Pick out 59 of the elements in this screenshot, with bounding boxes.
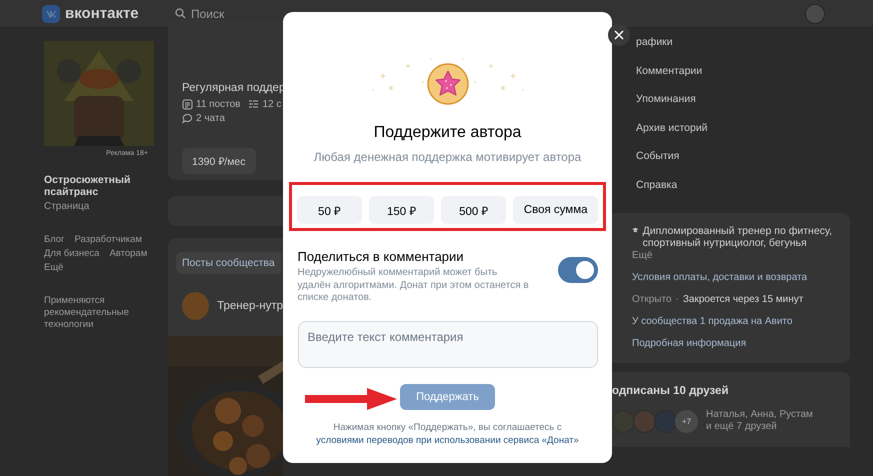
recommendation-note: Применяются рекомендательные технологии: [44, 295, 130, 331]
price-button[interactable]: 1390 ₽/мес: [182, 148, 256, 174]
profile-name[interactable]: Остросюжетный псайтранс: [44, 174, 154, 198]
footer-link[interactable]: Ещё: [44, 262, 64, 273]
amount-button[interactable]: 50 ₽: [297, 196, 362, 224]
menu-item[interactable]: События: [636, 142, 680, 170]
search-placeholder: Поиск: [191, 6, 224, 20]
menu-item[interactable]: Архив историй: [636, 114, 708, 142]
menu-item[interactable]: Комментарии: [636, 56, 702, 85]
more-link[interactable]: Ещё: [632, 250, 840, 261]
friends-title: одписаны 10 друзей: [612, 385, 730, 397]
footer-link[interactable]: Авторам: [109, 248, 148, 259]
share-description: Недружелюбный комментарий может быть удалён алгоритмами. Донат при этом останется в списке донатов.: [298, 267, 530, 304]
hours-status: Открыто: [632, 294, 672, 305]
author-name[interactable]: Тренер-нутр: [217, 300, 283, 312]
logo-text[interactable]: вконтакте: [65, 5, 139, 22]
feed-tab[interactable]: Посты сообщества: [176, 252, 281, 274]
menu-item[interactable]: рафики: [636, 28, 673, 56]
separator-dot: ·: [676, 294, 679, 305]
info-link[interactable]: Условия оплаты, доставки и возврата: [632, 272, 808, 283]
dialog-title: Поддержите автора: [374, 124, 522, 142]
amount-button[interactable]: 500 ₽: [441, 196, 506, 224]
footer-link[interactable]: Разработчикам: [74, 234, 142, 245]
info-link[interactable]: Подробная информация: [632, 338, 746, 349]
chat-icon: [182, 113, 193, 124]
more-friends-count[interactable]: +7: [675, 410, 698, 432]
friend-avatar[interactable]: [654, 410, 677, 432]
friend-avatar[interactable]: [633, 410, 656, 432]
closing-time: Закроется через 15 минут: [682, 294, 804, 305]
logo-icon[interactable]: [42, 4, 60, 22]
comment-field[interactable]: Введите текст комментария: [298, 320, 598, 368]
terms-link[interactable]: условиями переводов при использовании сервиса «Донат»: [316, 434, 579, 446]
info-link[interactable]: У сообщества 1 продажа на Авито: [632, 316, 792, 327]
share-title: Поделиться в комментарии: [298, 249, 465, 264]
amount-button[interactable]: Своя сумма: [513, 196, 598, 224]
close-icon[interactable]: [614, 30, 624, 40]
description: Дипломированный тренер по фитнесу, спортивный нутрициолог, бегунья: [642, 225, 834, 249]
graduation-cap-icon: [632, 225, 639, 235]
footer-link[interactable]: Для бизнеса: [44, 248, 100, 259]
user-avatar[interactable]: [805, 4, 825, 24]
search-field[interactable]: Поиск: [175, 6, 224, 20]
terms-text: Нажимая кнопку «Поддержать», вы соглашаетесь с условиями переводов при использовании сервиса «Донат»: [315, 420, 580, 446]
menu-item[interactable]: Справка: [636, 170, 678, 199]
post-avatar[interactable]: [182, 292, 210, 320]
menu-item[interactable]: Упоминания: [636, 85, 696, 114]
stat-text: 2 чата: [196, 113, 225, 124]
arrow-icon: [305, 388, 397, 410]
stat-text: 11 постов: [196, 99, 240, 110]
list-icon: [248, 99, 260, 110]
profile-type: Страница: [44, 201, 90, 212]
friends-names: Наталья, Анна, Рустам и ещё 7 друзей: [706, 409, 814, 433]
dialog-subtitle: Любая денежная поддержка мотивирует автора: [314, 150, 582, 164]
footer-link[interactable]: Блог: [44, 234, 65, 245]
stat-text: 12 с: [262, 99, 282, 110]
share-toggle[interactable]: [558, 257, 598, 283]
search-icon: [175, 8, 186, 19]
document-icon: [182, 99, 193, 110]
friend-avatar[interactable]: [612, 410, 635, 432]
amount-button[interactable]: 150 ₽: [369, 196, 434, 224]
